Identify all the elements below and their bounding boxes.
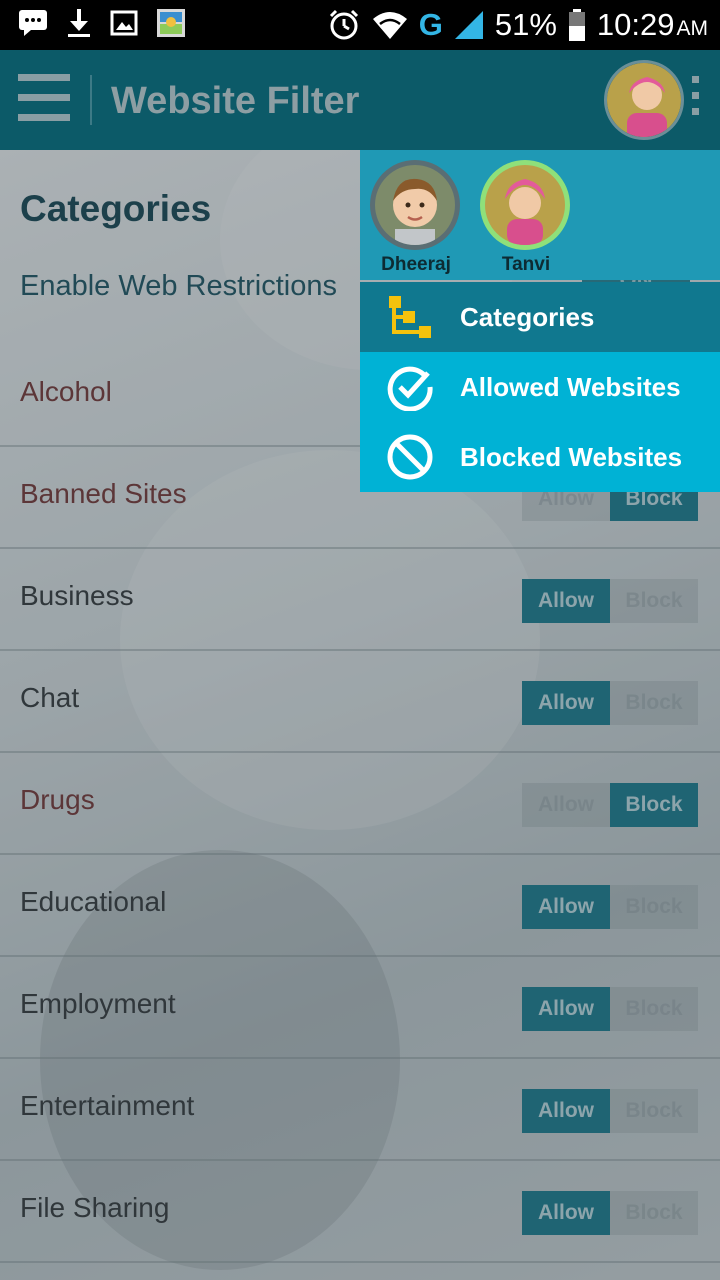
menu-item-blocked-websites[interactable]: Blocked Websites	[360, 422, 720, 492]
clock: 10:29AM	[596, 7, 708, 42]
avatar	[485, 165, 565, 245]
profile-ring	[370, 160, 460, 250]
profile-name: Tanvi	[501, 254, 551, 275]
signal-icon	[454, 11, 483, 39]
message-icon	[19, 10, 47, 36]
profile-name: Dheeraj	[381, 254, 451, 275]
image-icon	[110, 10, 138, 36]
menu-item-label: Allowed Websites	[460, 371, 681, 402]
profile-switcher: Dheeraj Tanvi	[360, 150, 720, 280]
alarm-icon	[329, 9, 358, 40]
menu-item-label: Blocked Websites	[460, 441, 683, 472]
menu-item-allowed-websites[interactable]: Allowed Websites	[360, 352, 720, 422]
page-title: Website Filter	[111, 80, 360, 122]
profile-ring	[480, 160, 570, 250]
menu-item-categories[interactable]: Categories	[360, 282, 720, 352]
profile-menu: Dheeraj Tanvi Categories Allowed Website…	[360, 150, 720, 492]
tree-icon	[389, 296, 431, 338]
avatar	[375, 165, 455, 245]
network-type: G	[418, 7, 443, 42]
check-circle-icon	[387, 366, 433, 411]
profile-avatar[interactable]	[604, 60, 684, 140]
battery-icon	[568, 9, 585, 41]
download-icon	[68, 9, 90, 37]
menu-item-label: Categories	[460, 301, 595, 332]
appbar-divider	[90, 75, 92, 125]
wifi-icon	[372, 12, 407, 39]
block-icon	[387, 434, 433, 480]
menu-icon[interactable]	[18, 74, 70, 126]
status-bar: G 51% 10:29AM	[0, 0, 720, 50]
app-bar: Website Filter	[0, 50, 720, 150]
overflow-menu-icon[interactable]	[690, 76, 700, 126]
battery-percent: 51%	[494, 7, 557, 42]
profile-dheeraj[interactable]: Dheeraj	[370, 160, 462, 276]
app-notification-icon	[157, 9, 185, 37]
profile-tanvi[interactable]: Tanvi	[480, 160, 572, 276]
